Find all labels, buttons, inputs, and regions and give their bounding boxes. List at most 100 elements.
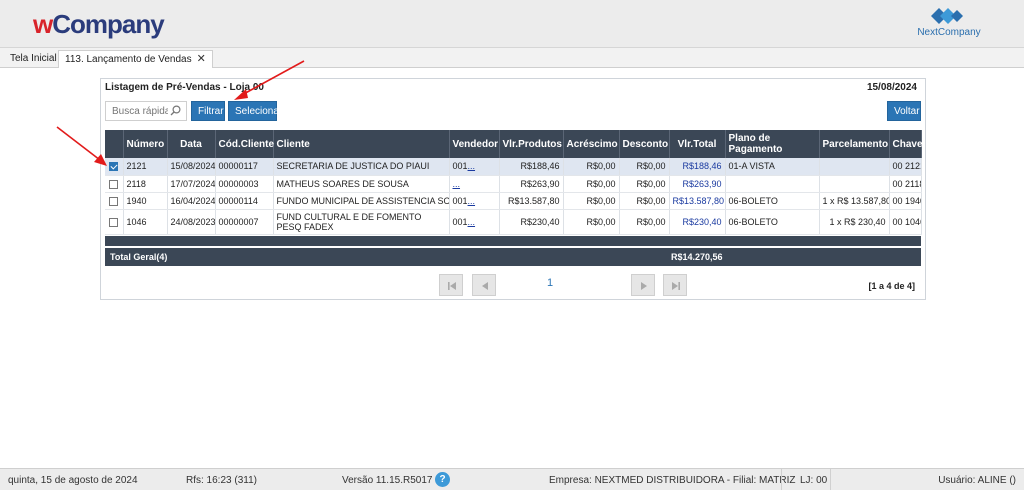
status-divider xyxy=(830,469,831,490)
status-date: quinta, 15 de agosto de 2024 xyxy=(8,475,138,486)
table-row[interactable]: 1046 24/08/2023 00000007 FUND CULTURAL E… xyxy=(105,209,922,235)
vendedor-more-link[interactable]: ... xyxy=(468,196,476,206)
cell-vlr-produtos: R$13.587,80 xyxy=(499,192,564,210)
cell-chave: 00 1046 xyxy=(889,209,922,235)
cell-cod-cliente: 00000003 xyxy=(215,175,274,193)
status-user: Usuário: ALINE () xyxy=(938,475,1016,486)
table-footer-band xyxy=(105,236,921,246)
tab-sales-label: 113. Lançamento de Vendas xyxy=(65,54,192,65)
status-company: Empresa: NEXTMED DISTRIBUIDORA - Filial:… xyxy=(549,475,796,486)
cell-numero: 2118 xyxy=(123,175,168,193)
panel-date: 15/08/2024 xyxy=(866,82,917,93)
vendedor-more-link[interactable]: ... xyxy=(453,179,461,189)
status-version: Versão 11.15.R5017 xyxy=(342,475,433,486)
top-bar: wCompany NextCompany xyxy=(0,0,1024,48)
tab-home[interactable]: Tela Inicial xyxy=(4,50,63,68)
close-icon[interactable]: ✕ xyxy=(197,53,206,65)
row-checkbox[interactable] xyxy=(109,217,119,227)
row-checkbox-cell[interactable] xyxy=(105,175,124,193)
cell-vlr-total: R$188,46 xyxy=(669,158,726,176)
search-input[interactable] xyxy=(106,102,168,120)
col-header-vlr-total[interactable]: Vlr.Total xyxy=(669,130,726,158)
col-header-cod-cliente[interactable]: Cód.Cliente xyxy=(215,130,274,158)
next-page-icon xyxy=(641,282,647,290)
cell-acrescimo: R$0,00 xyxy=(563,209,620,235)
cell-parcelamento: 1 x R$ 13.587,80 xyxy=(819,192,890,210)
status-rfs: Rfs: 16:23 (311) xyxy=(186,475,257,486)
cell-data: 16/04/2024 xyxy=(167,192,216,210)
col-header-plano-pagamento[interactable]: Plano de Pagamento xyxy=(725,130,820,158)
total-label: Total Geral(4) xyxy=(110,252,168,262)
cell-cliente: FUND CULTURAL E DE FOMENTO PESQ FADEX xyxy=(273,209,450,235)
nextcompany-logo: NextCompany xyxy=(917,6,981,42)
cell-cliente: FUNDO MUNICIPAL DE ASSISTENCIA SOCIAL xyxy=(273,192,450,210)
col-header-data[interactable]: Data xyxy=(167,130,216,158)
cell-vlr-total: R$13.587,80 xyxy=(669,192,726,210)
pre-sales-panel: Listagem de Pré-Vendas - Loja 00 15/08/2… xyxy=(100,78,926,300)
cell-plano xyxy=(725,175,820,193)
cell-acrescimo: R$0,00 xyxy=(563,158,620,176)
search-icon[interactable] xyxy=(170,105,181,116)
total-bar: Total Geral(4) R$14.270,56 xyxy=(105,248,921,266)
company-logo: wCompany xyxy=(33,9,165,39)
cell-cliente: SECRETARIA DE JUSTICA DO PIAUI xyxy=(273,158,450,176)
cell-vlr-total: R$263,90 xyxy=(669,175,726,193)
cell-acrescimo: R$0,00 xyxy=(563,192,620,210)
help-icon[interactable]: ? xyxy=(435,472,450,487)
cell-numero: 1940 xyxy=(123,192,168,210)
first-page-button[interactable] xyxy=(439,274,463,296)
cell-vlr-total: R$230,40 xyxy=(669,209,726,235)
filter-button[interactable]: Filtrar xyxy=(191,101,225,121)
prev-page-icon xyxy=(482,282,488,290)
prev-page-button[interactable] xyxy=(472,274,496,296)
cell-vendedor: 001... xyxy=(449,158,500,176)
table-row[interactable]: 1940 16/04/2024 00000114 FUNDO MUNICIPAL… xyxy=(105,192,922,210)
col-header-chave[interactable]: Chave xyxy=(889,130,923,158)
cell-plano: 06-BOLETO xyxy=(725,192,820,210)
cell-numero: 1046 xyxy=(123,209,168,235)
next-page-button[interactable] xyxy=(631,274,655,296)
row-checkbox-cell[interactable] xyxy=(105,209,124,235)
vendedor-more-link[interactable]: ... xyxy=(468,217,476,227)
col-header-parcelamento[interactable]: Parcelamento xyxy=(819,130,890,158)
back-button[interactable]: Voltar xyxy=(887,101,921,121)
status-bar: quinta, 15 de agosto de 2024 Rfs: 16:23 … xyxy=(0,468,1024,490)
cell-vlr-produtos: R$263,90 xyxy=(499,175,564,193)
cell-cod-cliente: 00000007 xyxy=(215,209,274,235)
cell-acrescimo: R$0,00 xyxy=(563,175,620,193)
col-header-vlr-produtos[interactable]: Vlr.Produtos xyxy=(499,130,564,158)
row-checkbox[interactable] xyxy=(109,196,119,206)
status-store: LJ: 00 xyxy=(800,475,828,486)
cell-parcelamento xyxy=(819,175,890,193)
table-header: Número Data Cód.Cliente Cliente Vendedor… xyxy=(105,130,923,158)
tab-sales-entry[interactable]: 113. Lançamento de Vendas ✕ xyxy=(58,50,213,68)
col-header-cliente[interactable]: Cliente xyxy=(273,130,450,158)
col-header-numero[interactable]: Número xyxy=(123,130,168,158)
col-header-vendedor[interactable]: Vendedor xyxy=(449,130,500,158)
col-header-desconto[interactable]: Desconto xyxy=(619,130,670,158)
quick-search[interactable] xyxy=(105,101,187,121)
annotation-arrow-icon xyxy=(234,60,305,100)
select-button[interactable]: Selecionar xyxy=(228,101,282,121)
last-page-button[interactable] xyxy=(663,274,687,296)
total-value: R$14.270,56 xyxy=(671,252,723,262)
table-row[interactable]: 2118 17/07/2024 00000003 MATHEUS SOARES … xyxy=(105,175,922,193)
current-page[interactable]: 1 xyxy=(540,277,560,289)
cell-data: 17/07/2024 xyxy=(167,175,216,193)
row-checkbox[interactable] xyxy=(109,179,119,189)
cell-desconto: R$0,00 xyxy=(619,158,670,176)
cell-cod-cliente: 00000114 xyxy=(215,192,274,210)
tab-bar: Tela Inicial 113. Lançamento de Vendas ✕ xyxy=(0,48,1024,68)
cell-chave: 00 1940 xyxy=(889,192,922,210)
first-page-icon xyxy=(448,282,456,290)
cell-parcelamento xyxy=(819,158,890,176)
nextcompany-diamond-icon xyxy=(931,8,963,24)
cell-parcelamento: 1 x R$ 230,40 xyxy=(819,209,890,235)
record-count: [1 a 4 de 4] xyxy=(868,281,915,291)
pre-sales-table: Número Data Cód.Cliente Cliente Vendedor… xyxy=(105,130,923,235)
table-row[interactable]: 2121 15/08/2024 00000117 SECRETARIA DE J… xyxy=(105,158,922,176)
cell-desconto: R$0,00 xyxy=(619,209,670,235)
row-checkbox-cell[interactable] xyxy=(105,192,124,210)
vendedor-more-link[interactable]: ... xyxy=(468,161,476,171)
col-header-acrescimo[interactable]: Acréscimo xyxy=(563,130,620,158)
